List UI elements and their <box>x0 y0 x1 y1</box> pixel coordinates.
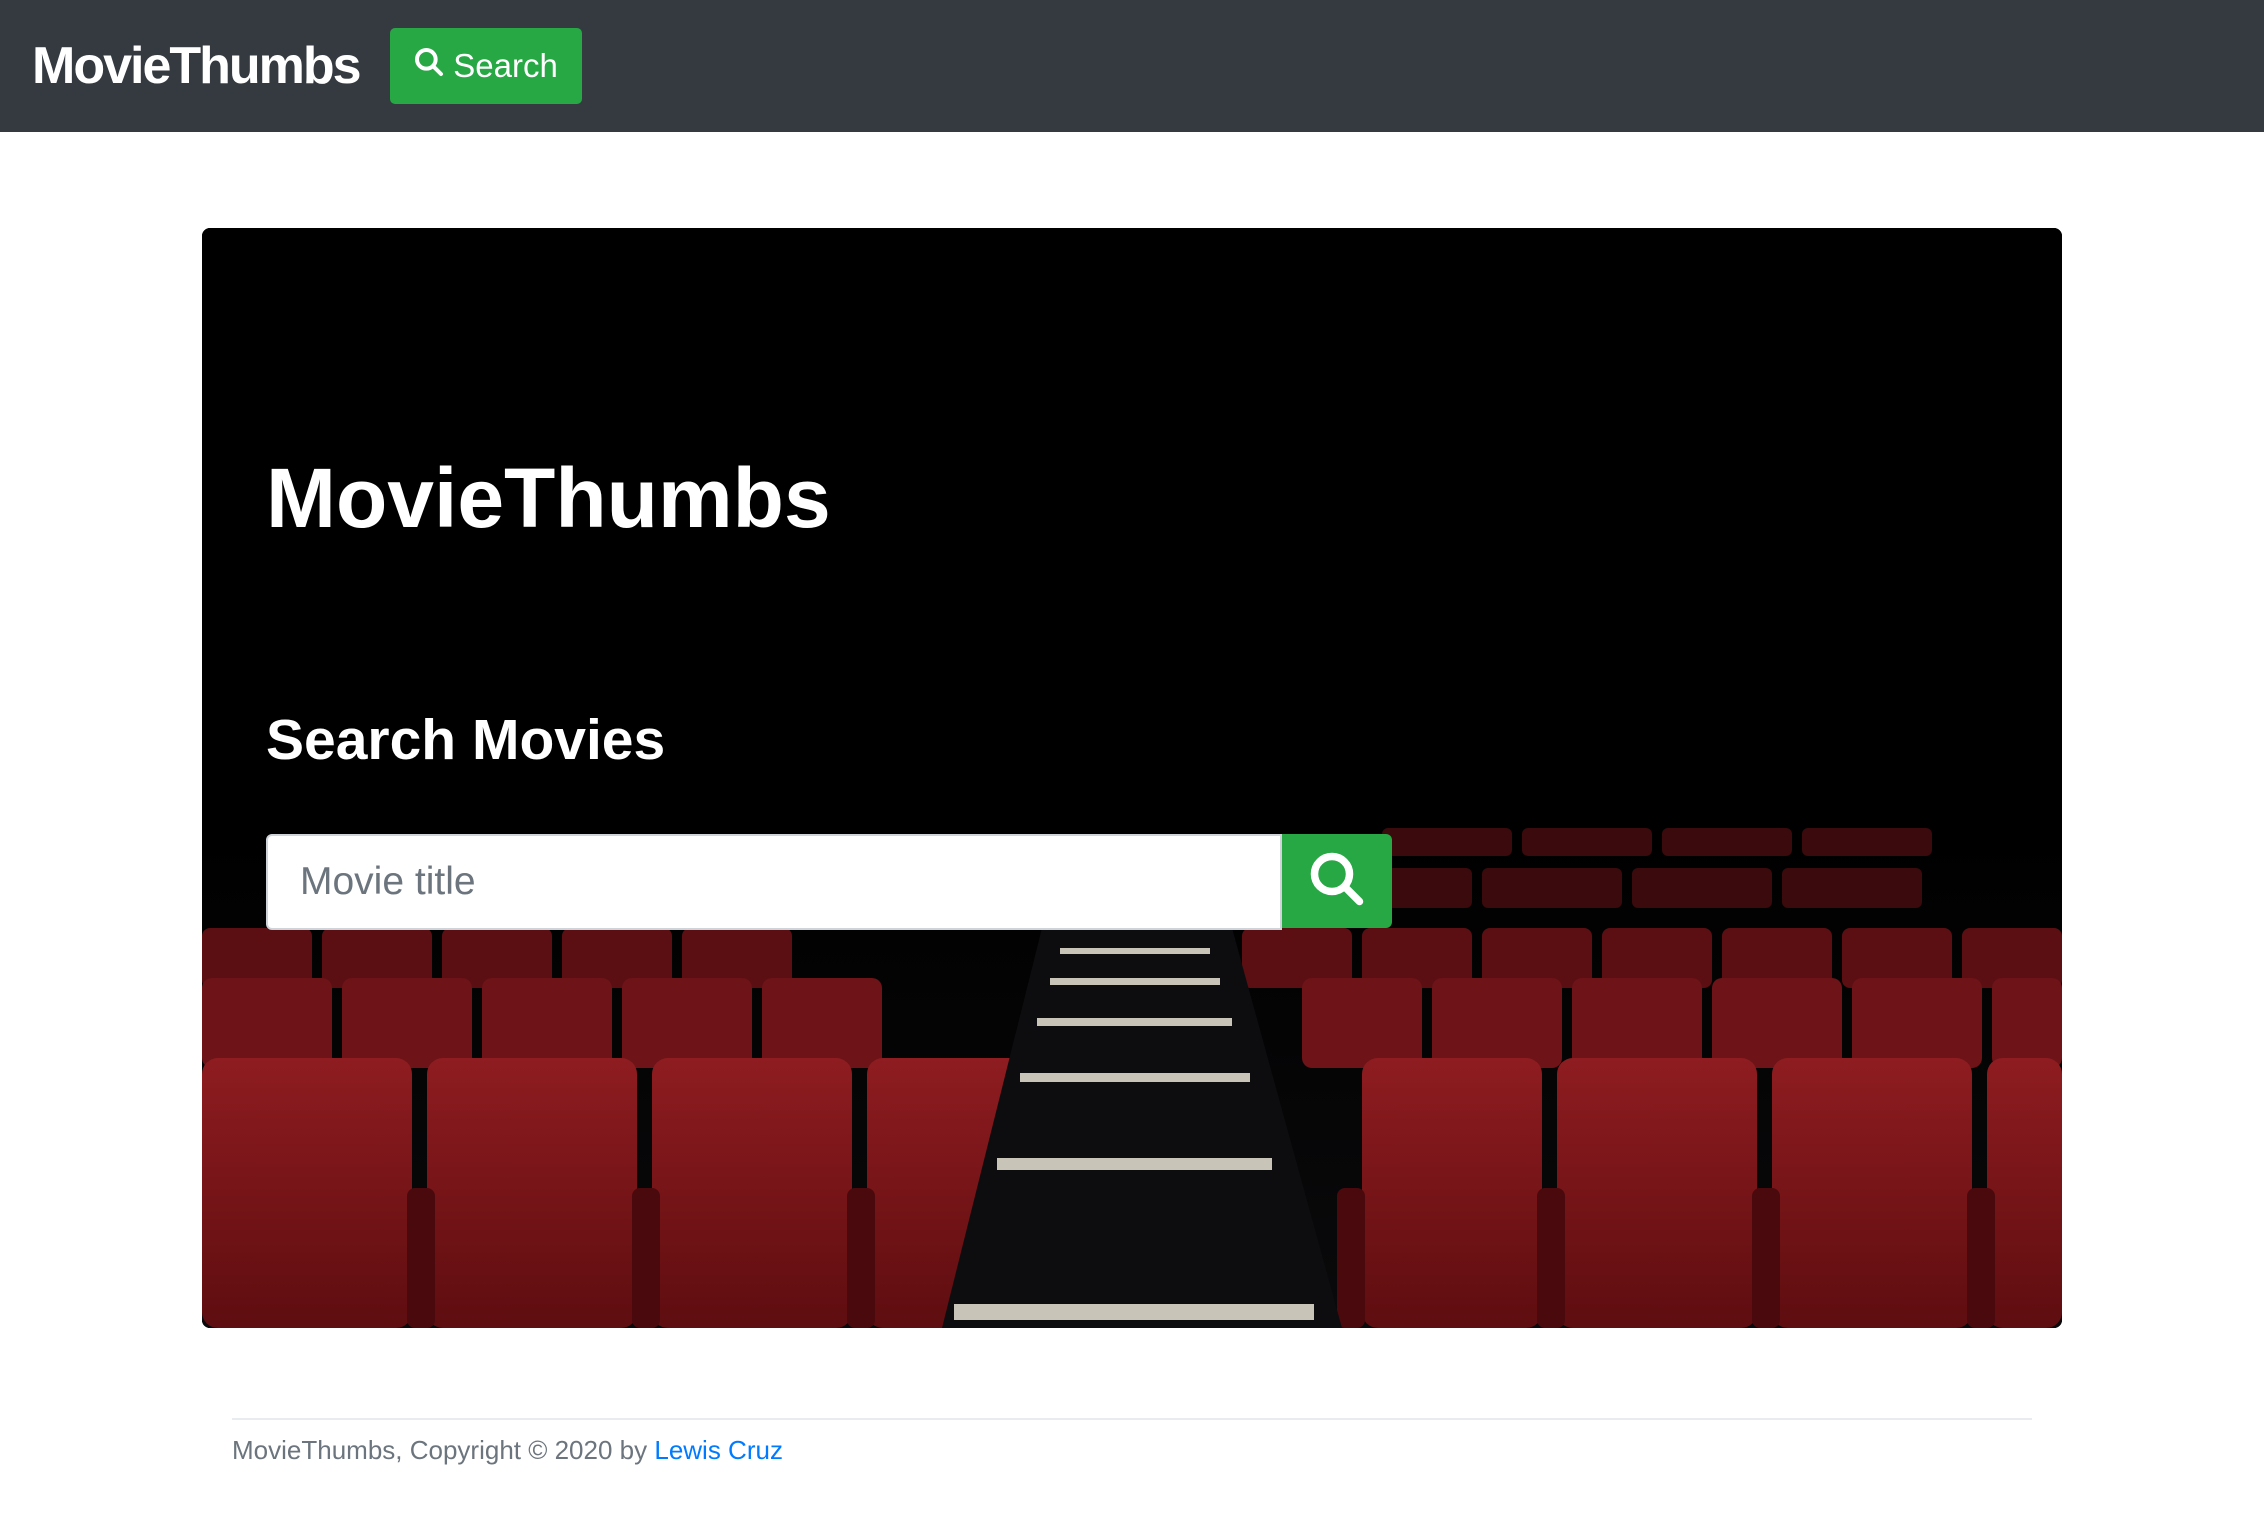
theater-seats-background <box>202 228 2062 1328</box>
footer: MovieThumbs, Copyright © 2020 by Lewis C… <box>232 1434 783 1466</box>
movie-search-form <box>266 834 1392 930</box>
hero-subtitle: Search Movies <box>266 708 666 772</box>
search-icon <box>1307 849 1367 914</box>
navbar-search-button[interactable]: Search <box>389 28 582 104</box>
hero-jumbotron: MovieThumbs Search Movies <box>202 228 2062 1328</box>
movie-title-input[interactable] <box>266 834 1282 930</box>
navbar-brand[interactable]: MovieThumbs <box>32 40 362 92</box>
navbar-search-label: Search <box>453 47 558 84</box>
hero-title: MovieThumbs <box>266 451 831 545</box>
top-navbar: MovieThumbs Search <box>0 0 2264 132</box>
search-icon <box>413 46 453 86</box>
footer-divider <box>232 1418 2032 1420</box>
search-submit-button[interactable] <box>1282 834 1392 928</box>
footer-copyright: MovieThumbs, Copyright © 2020 by <box>232 1435 655 1465</box>
footer-author-link[interactable]: Lewis Cruz <box>654 1435 783 1465</box>
